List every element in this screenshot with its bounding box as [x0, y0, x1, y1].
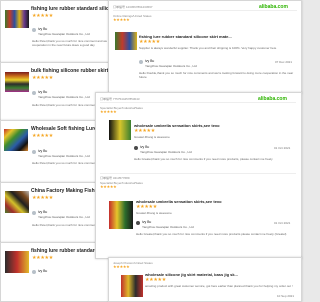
product-thumbnail[interactable]	[4, 129, 28, 151]
rating-stars: ★★★★★	[32, 255, 53, 261]
reviewer-label: Joseph Preston/United States	[113, 261, 153, 265]
rating-stars: ★★★★★	[134, 128, 155, 134]
reply-author: ivy Bu	[38, 90, 48, 94]
reply-company: Yangzhou Guanqian Outdoors Co., Ltd	[38, 32, 90, 36]
reply-company: Yangzhou Guanqian Outdoors Co., Ltd	[145, 64, 197, 68]
review-panel-1: 订单编号 1234567891234567 alibaba.com Online…	[108, 0, 302, 94]
reply-company: Yangzhou Guanqian Outdoors Co., Ltd	[38, 154, 90, 158]
product-title[interactable]: wholesale silicone jig skirt material, b…	[145, 272, 297, 277]
reply-author: ivy Bu	[145, 59, 155, 63]
reply-author: ivy Bu	[38, 27, 48, 31]
rating-stars: ★★★★★	[145, 277, 166, 283]
avatar	[32, 150, 36, 154]
review-date: 07 Dec 2021	[275, 60, 293, 64]
product-title[interactable]: wholesale umbrella sensation skirts,see …	[134, 123, 294, 128]
product-thumbnail[interactable]	[5, 10, 29, 28]
product-thumbnail[interactable]	[109, 120, 131, 140]
reply-text: Hello Greatel,thank you so much for nice…	[136, 232, 287, 236]
reply-company: Yangzhou Guanqian Outdoors Co., Ltd	[38, 95, 90, 99]
product-title[interactable]: fishing lure rubber standard silicone sk…	[139, 34, 297, 39]
review-date: 10 Sep 2021	[277, 294, 295, 298]
product-card-3[interactable]: Wholesale Soft fishing Lures Silicone J …	[0, 120, 110, 184]
order-meta: 订单编号 3413577689	[100, 176, 130, 180]
reviewer-label: Online Ratings/United States	[113, 14, 152, 18]
product-thumbnail[interactable]	[5, 191, 29, 213]
avatar	[32, 270, 36, 274]
review-date: 01 Oct 2021	[274, 221, 291, 225]
divider	[100, 173, 296, 174]
rating-stars: ★★★★★	[32, 75, 53, 81]
review-panel-3: Joseph Preston/United States ★★★★★ whole…	[108, 257, 302, 302]
buyer-comment: amazing product with great customer serv…	[145, 284, 293, 288]
reply-text: Hello Double,thank you so much for nice …	[139, 71, 294, 79]
product-thumbnail[interactable]	[5, 251, 29, 273]
review-date: 01 Oct 2021	[274, 146, 291, 150]
buyer-comment: Greatel Zhang is awesome	[134, 135, 170, 139]
product-thumbnail[interactable]	[109, 201, 133, 229]
product-title[interactable]: wholesale umbrella sensation skirts,see …	[136, 199, 294, 204]
buyer-comment: Supplier is always wonderful supplier. T…	[139, 46, 277, 50]
reply-author: ivy Bu	[142, 220, 152, 224]
avatar	[134, 146, 138, 150]
reply-author: ivy Bu	[38, 269, 48, 273]
avatar	[32, 91, 36, 95]
product-thumbnail[interactable]	[121, 275, 143, 297]
product-card-4[interactable]: China Factory Making Fishing silicone sk…	[0, 182, 110, 244]
reply-author: ivy Bu	[38, 210, 48, 214]
reviewer-label: Specialist Buyer/Industrial/Sales	[100, 106, 143, 110]
reply-company: Yangzhou Guanqian Outdoors Co., Ltd	[142, 225, 194, 229]
avatar	[32, 28, 36, 32]
reply-text: Hello Greatel,thank you so much for nice…	[134, 157, 273, 161]
order-meta: 订单编号 1234567891234567	[113, 5, 153, 9]
product-thumbnail[interactable]	[5, 72, 29, 92]
review-panel-2: 订单编号 7757544457853043 alibaba.com Specia…	[95, 92, 302, 259]
rating-stars: ★★★★★	[32, 13, 53, 19]
order-meta: 订单编号 7757544457853043	[100, 97, 140, 101]
buyer-comment: Greatel Zhang is awesome	[136, 211, 172, 215]
reply-company: Yangzhou Guanqian Outdoors Co., Ltd	[38, 215, 90, 219]
reply-author: ivy Bu	[140, 145, 150, 149]
reviewer-stars: ★★★★★	[113, 17, 130, 22]
reviewer-stars: ★★★★★	[113, 264, 130, 269]
rating-stars: ★★★★★	[139, 39, 160, 45]
rating-stars: ★★★★★	[32, 195, 53, 201]
reviewer-stars: ★★★★★	[100, 109, 117, 114]
rating-stars: ★★★★★	[32, 133, 53, 139]
reviewer-stars: ★★★★★	[100, 184, 117, 189]
avatar	[139, 60, 143, 64]
product-card-2[interactable]: bulk fishing silicone rubber skirt latex…	[0, 62, 110, 122]
product-thumbnail[interactable]	[115, 32, 137, 50]
divider	[100, 102, 296, 103]
reply-company: Yangzhou Guanqian Outdoors Co., Ltd	[140, 150, 192, 154]
product-title[interactable]: bulk fishing silicone rubber skirt latex…	[31, 68, 109, 74]
divider	[113, 10, 297, 11]
reviewer-label: Specialist Buyer/Industrial/Sales	[100, 181, 143, 185]
rating-stars: ★★★★★	[136, 204, 157, 210]
avatar	[136, 221, 140, 225]
avatar	[32, 211, 36, 215]
reply-author: ivy Bu	[38, 149, 48, 153]
